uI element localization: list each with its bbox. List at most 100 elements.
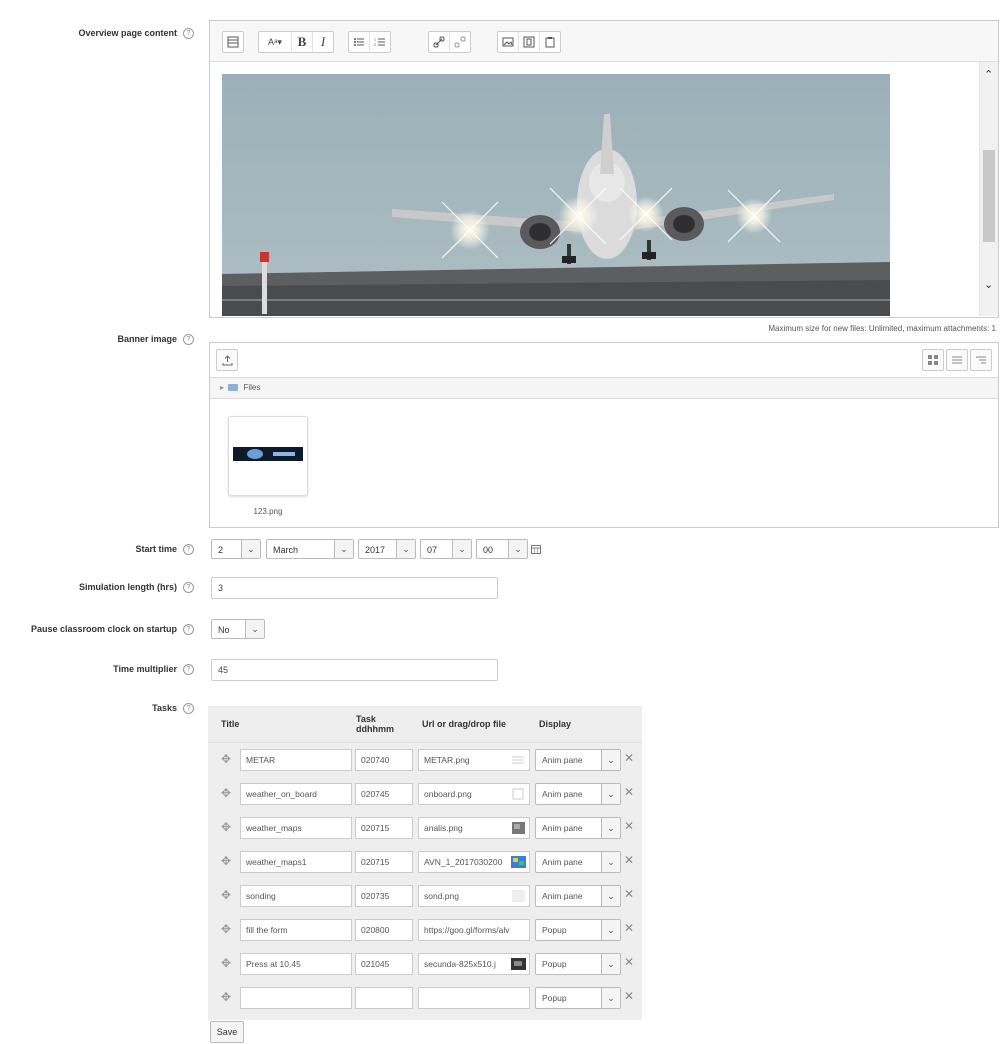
paste-icon[interactable] [540,32,560,52]
drag-handle-icon[interactable]: ✥ [221,820,231,834]
scroll-up-icon[interactable]: ⌃ [984,68,993,81]
task-time-input[interactable]: 020745 [355,783,413,805]
start-minute-value: 00 [483,545,494,555]
save-button[interactable]: Save [210,1021,244,1043]
task-title-input[interactable]: weather_on_board [240,783,352,805]
delete-row-icon[interactable]: ✕ [624,989,634,1003]
task-title-input[interactable]: Press at 10.45 [240,953,352,975]
link-icon[interactable] [429,32,450,52]
rich-text-editor[interactable]: Aa ▾ B I 12 ⌃ ⌄ [209,20,999,318]
file-preview-icon [512,756,524,764]
file-thumbnail[interactable] [228,416,308,496]
task-display-select[interactable]: Popup ⌄ [535,987,621,1009]
drag-handle-icon[interactable]: ✥ [221,990,231,1004]
bold-icon[interactable]: B [292,32,313,52]
delete-row-icon[interactable]: ✕ [624,955,634,969]
help-icon[interactable] [183,582,194,594]
drag-handle-icon[interactable]: ✥ [221,922,231,936]
drag-handle-icon[interactable]: ✥ [221,752,231,766]
max-size-note: Maximum size for new files: Unlimited, m… [768,324,996,333]
delete-row-icon[interactable]: ✕ [624,853,634,867]
table-row: ✥ weather_on_board 020745 onboard.png Anim p… [208,777,642,810]
caret-icon: ▸ [220,383,225,392]
task-time-input[interactable]: 021045 [355,953,413,975]
drag-handle-icon[interactable]: ✥ [221,956,231,970]
chevron-down-icon: ⌄ [601,886,620,906]
font-size-icon[interactable]: Aa ▾ [259,32,292,52]
start-hour-select[interactable]: 07 ⌄ [420,539,472,559]
help-icon[interactable] [183,664,194,676]
task-time-input[interactable]: 020740 [355,749,413,771]
task-display-value: Anim pane [542,755,583,765]
task-url-input[interactable]: METAR.png [418,749,530,771]
task-display-select[interactable]: Anim pane ⌄ [535,851,621,873]
start-minute-select[interactable]: 00 ⌄ [476,539,528,559]
task-title-input[interactable]: fill the form [240,919,352,941]
task-url-input[interactable]: secunda-825x510.j [418,953,530,975]
scroll-down-icon[interactable]: ⌄ [984,278,993,291]
task-url-input[interactable] [418,987,530,1009]
delete-row-icon[interactable]: ✕ [624,751,634,765]
pause-clock-select[interactable]: No ⌄ [211,619,265,639]
task-display-select[interactable]: Popup ⌄ [535,919,621,941]
tree-view-icon[interactable] [970,349,992,371]
task-url-input[interactable]: analis.png [418,817,530,839]
image-icon[interactable] [498,32,519,52]
delete-row-icon[interactable]: ✕ [624,887,634,901]
task-title-input[interactable]: sonding [240,885,352,907]
task-display-value: Popup [542,993,567,1003]
help-icon[interactable] [183,544,194,556]
task-title-input[interactable]: weather_maps1 [240,851,352,873]
task-time-input[interactable]: 020715 [355,851,413,873]
help-icon[interactable] [183,703,194,715]
editor-scrollbar[interactable]: ⌃ ⌄ [979,62,998,316]
drag-handle-icon[interactable]: ✥ [221,888,231,902]
calendar-icon[interactable] [531,544,541,554]
task-time-input[interactable] [355,987,413,1009]
upload-icon[interactable] [216,349,238,371]
delete-row-icon[interactable]: ✕ [624,785,634,799]
delete-row-icon[interactable]: ✕ [624,921,634,935]
breadcrumb-files[interactable]: Files [243,383,260,392]
task-url-input[interactable]: https://goo.gl/forms/alv [418,919,530,941]
task-url-input[interactable]: sond.png [418,885,530,907]
scrollbar-thumb[interactable] [983,150,995,242]
help-icon[interactable] [183,28,194,40]
start-year-select[interactable]: 2017 ⌄ [358,539,416,559]
delete-row-icon[interactable]: ✕ [624,819,634,833]
task-title-input[interactable] [240,987,352,1009]
media-icon[interactable] [519,32,540,52]
help-icon[interactable] [183,624,194,636]
folder-icon [228,384,239,392]
task-display-select[interactable]: Anim pane ⌄ [535,885,621,907]
task-display-select[interactable]: Anim pane ⌄ [535,783,621,805]
task-display-select[interactable]: Anim pane ⌄ [535,749,621,771]
task-display-select[interactable]: Popup ⌄ [535,953,621,975]
task-url-text: METAR.png [424,755,470,765]
time-multiplier-input[interactable]: 45 [211,659,498,681]
task-title-input[interactable]: weather_maps [240,817,352,839]
unordered-list-icon[interactable] [349,32,370,52]
grid-view-icon[interactable] [922,349,944,371]
task-display-select[interactable]: Anim pane ⌄ [535,817,621,839]
italic-icon[interactable]: I [313,32,333,52]
table-icon[interactable] [223,32,243,52]
ordered-list-icon[interactable]: 12 [370,32,390,52]
sim-length-input[interactable]: 3 [211,577,498,599]
unlink-icon[interactable] [450,32,470,52]
start-day-select[interactable]: 2 ⌄ [211,539,261,559]
start-month-select[interactable]: March ⌄ [266,539,354,559]
chevron-down-icon: ⌄ [601,818,620,838]
file-picker[interactable]: ▸ Files 123.png [209,342,999,528]
task-url-input[interactable]: onboard.png [418,783,530,805]
task-time-input[interactable]: 020715 [355,817,413,839]
task-time-input[interactable]: 020800 [355,919,413,941]
drag-handle-icon[interactable]: ✥ [221,854,231,868]
drag-handle-icon[interactable]: ✥ [221,786,231,800]
task-title-input[interactable]: METAR [240,749,352,771]
sim-length-label-text: Simulation length (hrs) [79,582,177,592]
task-url-input[interactable]: AVN_1_2017030200 [418,851,530,873]
list-view-icon[interactable] [946,349,968,371]
task-time-input[interactable]: 020735 [355,885,413,907]
help-icon[interactable] [183,334,194,346]
